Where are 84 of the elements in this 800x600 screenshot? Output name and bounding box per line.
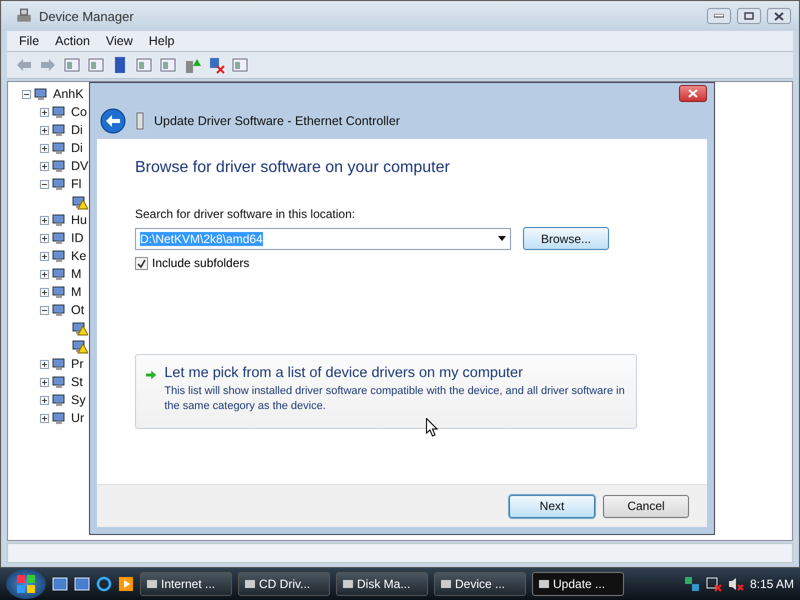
dialog-heading: Browse for driver software on your computer <box>135 159 451 177</box>
taskbar-button[interactable]: Device ... <box>434 572 526 596</box>
network-adapter-icon <box>136 112 144 130</box>
mouse-cursor-icon <box>426 418 438 437</box>
taskbar-button[interactable]: Internet ... <box>140 572 232 596</box>
warning-device-icon <box>72 194 88 210</box>
taskbar-button[interactable]: CD Driv... <box>238 572 330 596</box>
tree-item[interactable]: Pr <box>71 357 84 371</box>
window-icon <box>343 580 353 588</box>
next-button[interactable]: Next <box>509 494 595 518</box>
tree-item[interactable]: DV <box>71 159 88 173</box>
collapse-icon[interactable] <box>40 306 49 314</box>
checkbox[interactable] <box>135 256 148 270</box>
tree-item[interactable]: Fl <box>71 177 82 191</box>
start-button[interactable] <box>6 569 46 599</box>
expand-icon[interactable] <box>40 378 49 386</box>
browse-button[interactable]: Browse... <box>523 227 609 250</box>
close-button[interactable] <box>679 84 707 102</box>
expand-icon[interactable] <box>40 414 49 422</box>
cancel-button[interactable]: Cancel <box>603 494 689 518</box>
window-icon <box>441 580 451 588</box>
pane-icon[interactable] <box>63 56 81 74</box>
expand-icon[interactable] <box>40 108 49 116</box>
muted-speaker-icon[interactable] <box>728 576 744 592</box>
disconnected-icon[interactable] <box>706 576 722 592</box>
dialog-title: Update Driver Software - Ethernet Controller <box>154 114 400 128</box>
windows-logo-icon <box>17 575 35 593</box>
option-description: This list will show installed driver software compatible with the device, and all driver software in the same category as the device. <box>164 384 626 414</box>
location-label: Search for driver software in this location: <box>135 207 356 221</box>
menu-item[interactable]: View <box>98 33 141 49</box>
maximize-icon <box>744 12 754 20</box>
pane-icon[interactable] <box>135 56 153 74</box>
tree-item[interactable]: Di <box>71 123 83 137</box>
window-icon <box>245 580 255 588</box>
menu-item[interactable]: Help <box>140 33 182 49</box>
close-icon <box>688 88 698 98</box>
arrow-icon <box>146 369 156 381</box>
tree-item[interactable]: Ke <box>71 249 86 263</box>
menu-item[interactable]: File <box>11 33 48 49</box>
tree-item[interactable]: M <box>71 267 82 281</box>
minimize-icon <box>714 14 724 18</box>
close-icon <box>774 12 784 20</box>
tree-item[interactable]: AnhK <box>53 87 84 101</box>
taskbar-button[interactable]: Disk Ma... <box>336 572 428 596</box>
maximize-button[interactable] <box>737 8 761 24</box>
expand-icon[interactable] <box>40 216 49 224</box>
tree-item[interactable]: Hu <box>71 213 87 227</box>
window-icon <box>539 580 549 588</box>
expand-icon[interactable] <box>40 360 49 368</box>
media-player-icon[interactable] <box>118 576 134 592</box>
warning-device-icon <box>72 338 88 354</box>
desktop-icon[interactable] <box>52 576 68 592</box>
expand-icon[interactable] <box>40 288 49 296</box>
collapse-icon[interactable] <box>22 90 31 98</box>
tree-item[interactable]: St <box>71 375 83 389</box>
tree-item[interactable]: Ot <box>71 303 84 317</box>
warning-device-icon <box>72 320 88 336</box>
pick-from-list-option[interactable]: Let me pick from a list of device drivers on my computer This list will show installed driver software compatible with the device, and all driver software in the same category as the device. <box>135 354 637 429</box>
checkbox-label: Include subfolders <box>152 256 250 270</box>
tree-item[interactable]: Ur <box>71 411 84 425</box>
tree-item[interactable]: Di <box>71 141 83 155</box>
dropdown-caret-icon[interactable] <box>498 236 506 241</box>
tree-item[interactable]: M <box>71 285 82 299</box>
expand-icon[interactable] <box>40 252 49 260</box>
collapse-icon[interactable] <box>40 180 49 188</box>
expand-icon[interactable] <box>40 234 49 242</box>
option-title: Let me pick from a list of device drivers on my computer <box>164 365 524 381</box>
tree-item[interactable]: Co <box>71 105 87 119</box>
taskbar-button[interactable]: Update ... <box>532 572 624 596</box>
minimize-button[interactable] <box>707 8 731 24</box>
expand-icon[interactable] <box>40 144 49 152</box>
expand-icon[interactable] <box>40 396 49 404</box>
menu-item[interactable]: Action <box>47 33 98 49</box>
expand-icon[interactable] <box>40 126 49 134</box>
expand-icon[interactable] <box>40 270 49 278</box>
network-icon[interactable] <box>684 576 700 592</box>
clock[interactable]: 8:15 AM <box>750 577 794 591</box>
tree-item[interactable]: ID <box>71 231 84 245</box>
expand-icon[interactable] <box>40 162 49 170</box>
tree-item[interactable]: Sy <box>71 393 86 407</box>
back-button[interactable] <box>100 108 126 134</box>
close-button[interactable] <box>767 8 791 24</box>
window-icon <box>147 580 157 588</box>
window-title: Device Manager <box>39 8 135 24</box>
